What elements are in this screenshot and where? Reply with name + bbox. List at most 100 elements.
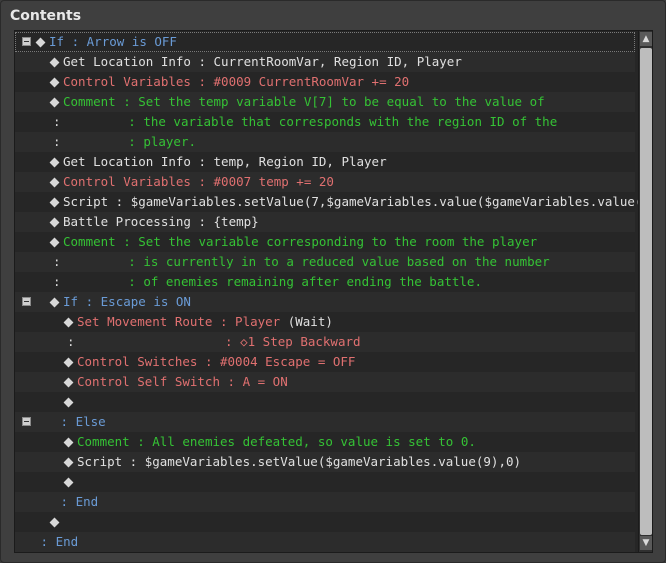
- command-row[interactable]: Battle Processing : {temp}: [15, 212, 635, 232]
- command-diamond-icon: [49, 57, 60, 67]
- command-row[interactable]: Control Variables : #0009 CurrentRoomVar…: [15, 72, 635, 92]
- command-row[interactable]: Comment : Set the variable corresponding…: [15, 232, 635, 252]
- command-diamond-icon: [49, 77, 60, 87]
- command-row[interactable]: Comment : Set the temp variable V[7] to …: [15, 92, 635, 112]
- command-text: :: [190, 74, 214, 89]
- command-text: :: [115, 234, 139, 249]
- command-diamond-icon: [63, 397, 74, 407]
- command-name: If: [63, 294, 79, 309]
- command-name: Get Location Info: [63, 54, 191, 69]
- command-name: Control Variables: [63, 174, 191, 189]
- command-row[interactable]: : : the variable that corresponds with t…: [15, 112, 635, 132]
- command-row[interactable]: Control Switches : #0004 Escape = OFF: [15, 352, 635, 372]
- command-content: : : of enemies remaining after ending th…: [53, 272, 482, 292]
- command-text: Player: [235, 314, 288, 329]
- command-row[interactable]: If : Arrow is OFF: [15, 32, 635, 52]
- command-text: :: [78, 294, 101, 309]
- collapse-toggle-icon[interactable]: [22, 37, 31, 46]
- event-command-list[interactable]: : End : End Script : $gameVariables.setVa…: [14, 30, 653, 553]
- command-text: player.: [143, 134, 197, 149]
- command-text: :: [115, 94, 139, 109]
- command-text: Else: [75, 414, 106, 429]
- command-text: is currently in to a reduced value based…: [143, 254, 550, 269]
- command-text: :: [33, 534, 56, 549]
- command-content: Control Variables : #0009 CurrentRoomVar…: [49, 72, 409, 92]
- collapse-toggle-icon[interactable]: [22, 417, 31, 426]
- command-content: Get Location Info : CurrentRoomVar, Regi…: [49, 52, 462, 72]
- command-row[interactable]: : : ◇1 Step Backward: [15, 332, 635, 352]
- command-text: :: [108, 194, 131, 209]
- continuation-padding: [61, 134, 121, 149]
- scroll-down-icon[interactable]: ▼: [640, 536, 652, 550]
- command-row[interactable]: Get Location Info : temp, Region ID, Pla…: [15, 152, 635, 172]
- command-row[interactable]: : End: [15, 492, 635, 512]
- vertical-scrollbar[interactable]: ▲ ▼: [638, 31, 652, 552]
- collapse-toggle-icon[interactable]: [22, 297, 31, 306]
- command-text: :: [190, 174, 214, 189]
- command-text: Escape is ON: [100, 294, 191, 309]
- command-diamond-icon: [49, 237, 60, 247]
- command-diamond-icon: [49, 157, 60, 167]
- command-name: Control Variables: [63, 74, 191, 89]
- command-text: $gameVariables.setValue(7,$gameVariables…: [130, 194, 653, 209]
- command-row[interactable]: : : player.: [15, 132, 635, 152]
- command-diamond-icon: [63, 457, 74, 467]
- command-text: End: [55, 534, 79, 549]
- command-text: {temp}: [213, 214, 259, 229]
- continuation-marker: :: [53, 254, 61, 269]
- command-name: Script: [77, 454, 123, 469]
- command-text: A = ON: [242, 374, 288, 389]
- panel-title: Contents: [10, 8, 82, 24]
- command-row[interactable]: Script : $gameVariables.setValue(7,$game…: [15, 192, 652, 212]
- command-row[interactable]: [15, 512, 635, 532]
- command-text: :: [190, 54, 214, 69]
- command-row[interactable]: Script : $gameVariables.setValue($gameVa…: [15, 452, 635, 472]
- command-row[interactable]: : Else: [15, 412, 635, 432]
- command-row[interactable]: Set Movement Route : Player (Wait): [15, 312, 635, 332]
- command-row[interactable]: Control Variables : #0007 temp += 20: [15, 172, 635, 192]
- command-row[interactable]: If : Escape is ON: [15, 292, 635, 312]
- command-text: End: [75, 494, 99, 509]
- command-content: Set Movement Route : Player (Wait): [63, 312, 333, 332]
- continuation-padding: [61, 114, 121, 129]
- command-row[interactable]: Comment : All enemies defeated, so value…: [15, 432, 635, 452]
- command-row[interactable]: : : of enemies remaining after ending th…: [15, 272, 635, 292]
- command-row[interactable]: [15, 472, 635, 492]
- command-content: If : Escape is ON: [49, 292, 191, 312]
- command-row[interactable]: Get Location Info : CurrentRoomVar, Regi…: [15, 52, 635, 72]
- continuation-marker: :: [53, 114, 61, 129]
- command-row[interactable]: Control Self Switch : A = ON: [15, 372, 635, 392]
- command-diamond-icon: [49, 197, 60, 207]
- command-name: Script: [63, 194, 109, 209]
- command-text: :: [212, 314, 236, 329]
- command-diamond-icon: [63, 377, 74, 387]
- scrollbar-thumb[interactable]: [640, 48, 652, 535]
- command-content: : End: [53, 492, 99, 512]
- command-text: CurrentRoomVar, Region ID, Player: [213, 54, 462, 69]
- command-content: Script : $gameVariables.setValue(7,$game…: [49, 192, 653, 212]
- command-text: ◇1 Step Backward: [240, 334, 361, 349]
- command-name: If: [49, 34, 65, 49]
- command-text: :: [129, 434, 153, 449]
- command-row[interactable]: [15, 392, 635, 412]
- command-row[interactable]: : : is currently in to a reduced value b…: [15, 252, 635, 272]
- command-content: Battle Processing : {temp}: [49, 212, 259, 232]
- command-text: :: [122, 454, 145, 469]
- command-diamond-icon: [63, 357, 74, 367]
- scroll-up-icon[interactable]: ▲: [640, 32, 652, 46]
- command-text: :: [197, 354, 220, 369]
- command-diamond-icon: [49, 517, 60, 527]
- command-content: : Else: [53, 412, 106, 432]
- command-name: Comment: [63, 94, 116, 109]
- command-content: Comment : Set the variable corresponding…: [49, 232, 537, 252]
- command-name: Set Movement Route: [77, 314, 213, 329]
- continuation-marker: :: [53, 274, 61, 289]
- command-text: temp, Region ID, Player: [213, 154, 387, 169]
- command-content: Comment : Set the temp variable V[7] to …: [49, 92, 545, 112]
- command-content: : : is currently in to a reduced value b…: [53, 252, 550, 272]
- command-text: #0009 CurrentRoomVar += 20: [213, 74, 410, 89]
- command-content: [63, 392, 77, 412]
- command-row[interactable]: : End: [15, 532, 635, 552]
- command-name: Get Location Info: [63, 154, 191, 169]
- command-text: Arrow is OFF: [86, 34, 177, 49]
